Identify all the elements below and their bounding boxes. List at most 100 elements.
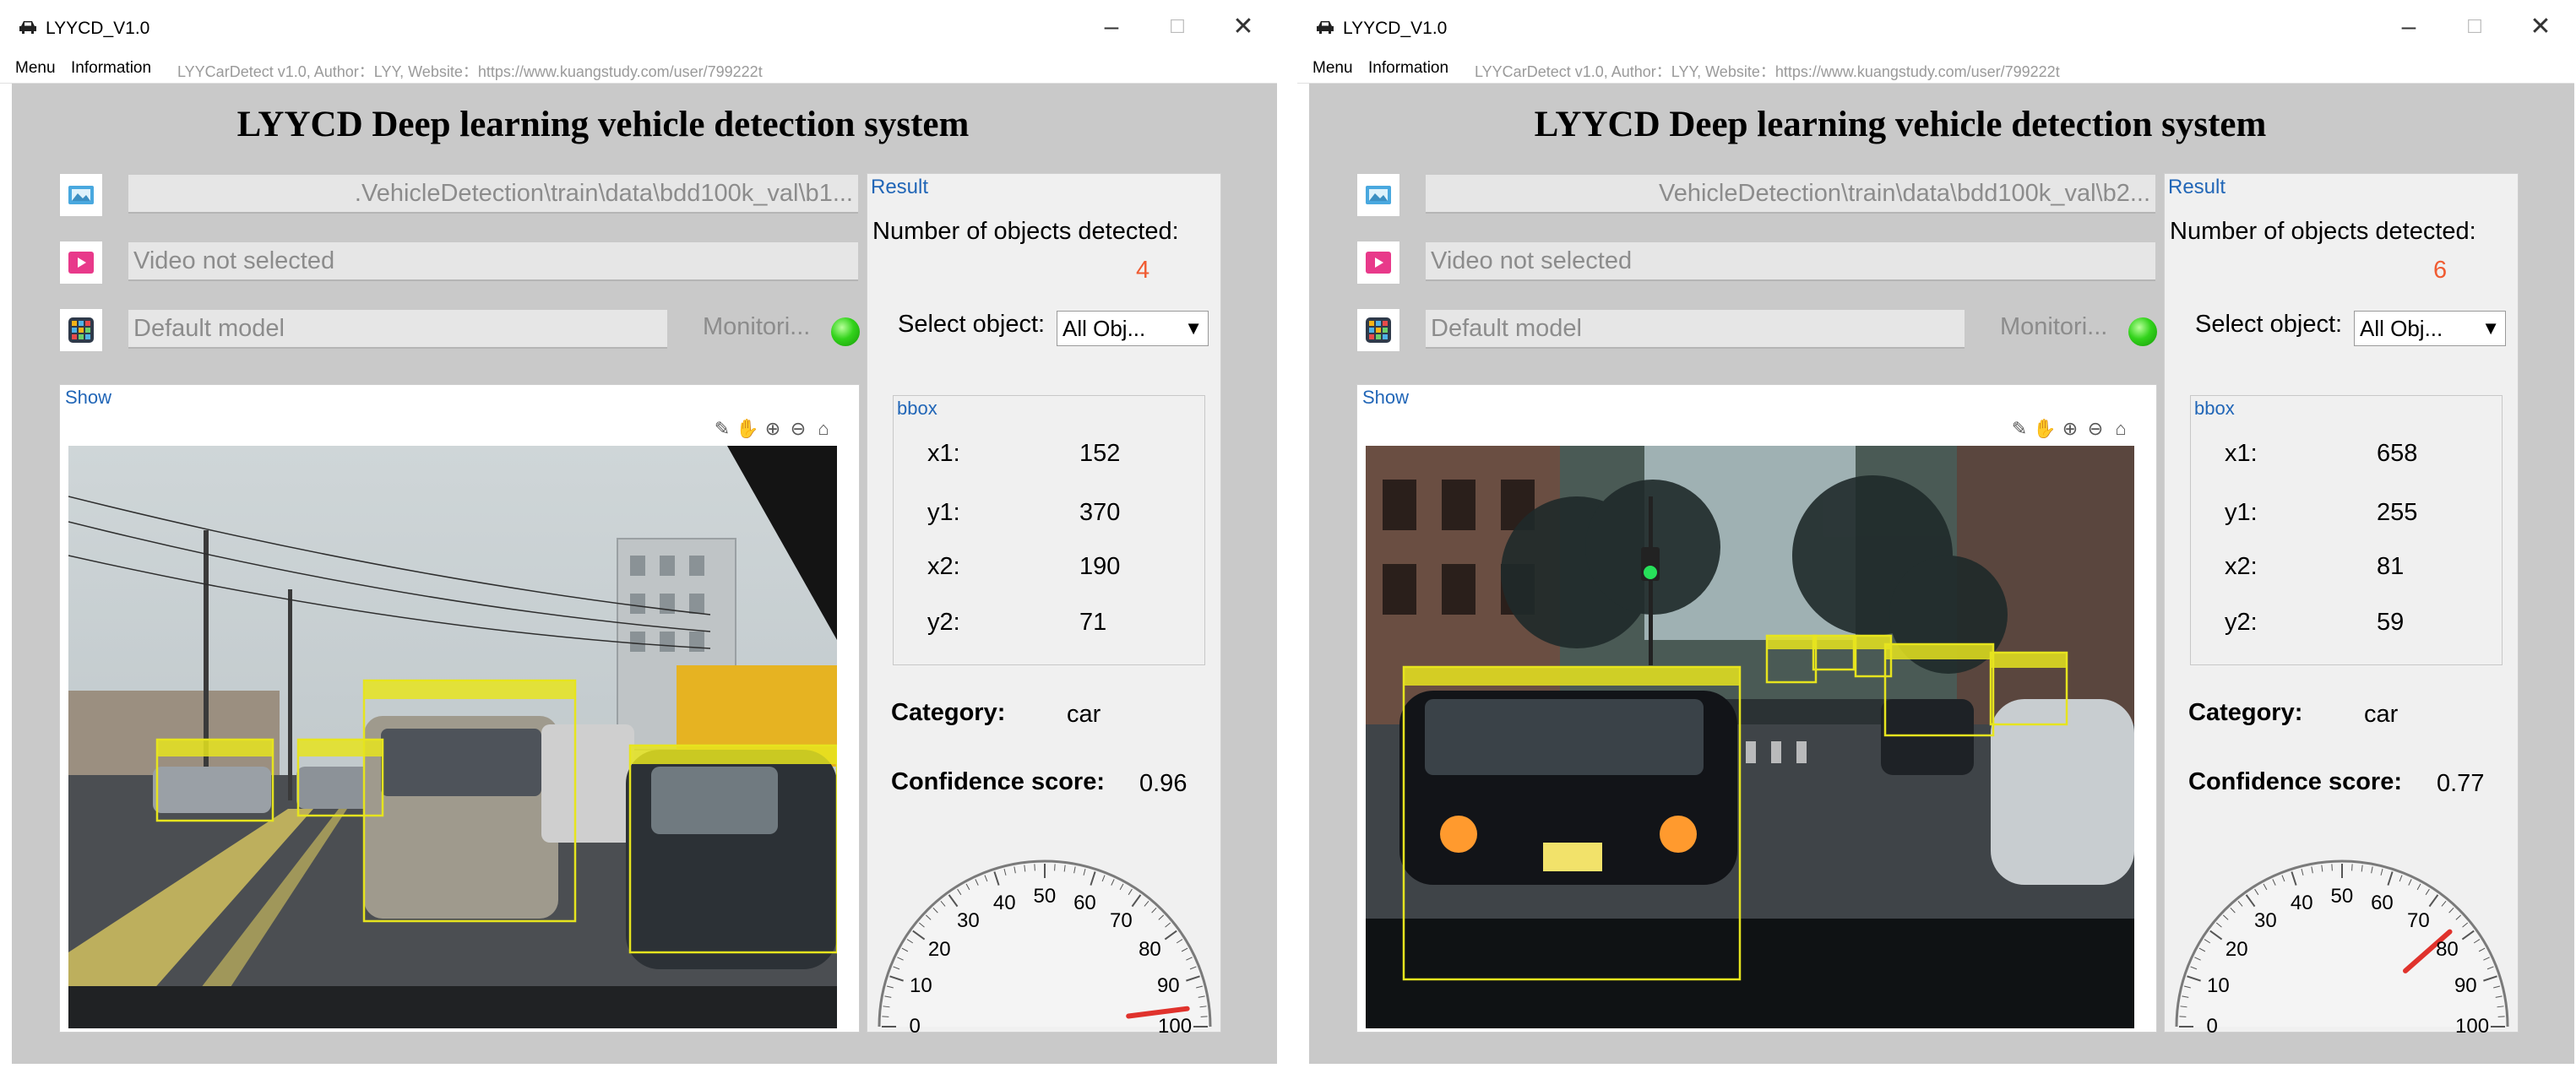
bbox-x2-label: x2:	[2225, 553, 2258, 580]
plot-toolbar: ✎ ✋ ⊕ ⊖ ⌂	[710, 417, 854, 442]
gauge-tick-label: 70	[2407, 909, 2430, 933]
open-image-button[interactable]	[59, 173, 103, 217]
car-app-icon	[1317, 21, 1334, 34]
gauge-tick-label: 100	[1158, 1015, 1193, 1038]
gauge-tick-label: 50	[1033, 885, 1057, 908]
maximize-button[interactable]: ☐	[2458, 14, 2492, 41]
video-path-field[interactable]: Video not selected	[1426, 242, 2155, 281]
image-path-field[interactable]: .VehicleDetection\train\data\bdd100k_val…	[128, 175, 858, 214]
video-path-field[interactable]: Video not selected	[128, 242, 858, 281]
image-path-field[interactable]: VehicleDetection\train\data\bdd100k_val\…	[1426, 175, 2155, 214]
zoom-in-icon[interactable]: ⊕	[2058, 417, 2082, 441]
gauge-tick	[1054, 864, 1056, 871]
show-panel: Show ✎ ✋ ⊕ ⊖ ⌂	[59, 384, 860, 1033]
app-info-text: LYYCarDetect v1.0, Author：LYY, Website：h…	[1475, 63, 2060, 80]
zoom-in-icon[interactable]: ⊕	[761, 417, 785, 441]
show-panel-title: Show	[1362, 387, 1410, 408]
bbox-x2-label: x2:	[927, 553, 960, 580]
open-video-button[interactable]	[1356, 241, 1400, 285]
app-window-right: LYYCD_V1.0 – ☐ ✕ Menu Information LYYCar…	[1297, 0, 2574, 1064]
open-video-button[interactable]	[59, 241, 103, 285]
edit-icon[interactable]: ✎	[710, 417, 734, 441]
result-panel-title: Result	[2168, 176, 2226, 198]
select-object-dropdown[interactable]: All Obj... ▼	[1057, 311, 1209, 346]
model-grid-icon	[1366, 317, 1391, 343]
app-info-text: LYYCarDetect v1.0, Author：LYY, Website：h…	[177, 63, 763, 80]
video-icon	[68, 252, 94, 274]
home-icon[interactable]: ⌂	[812, 417, 835, 441]
detection-image	[68, 446, 837, 1028]
menu-item-information[interactable]: Information	[1368, 59, 1448, 78]
open-image-button[interactable]	[1356, 173, 1400, 217]
zoom-out-icon[interactable]: ⊖	[786, 417, 810, 441]
dropdown-arrow-icon: ▼	[2481, 317, 2500, 339]
bbox-y2-value: 71	[1079, 609, 1107, 636]
car-app-icon	[19, 21, 36, 34]
select-object-dropdown[interactable]: All Obj... ▼	[2354, 311, 2506, 346]
bbox-y1-value: 370	[1079, 499, 1121, 526]
home-icon[interactable]: ⌂	[2109, 417, 2133, 441]
bbox-group-title: bbox	[2194, 398, 2235, 419]
bbox-y1-label: y1:	[2225, 499, 2258, 526]
select-object-label: Select object:	[898, 311, 1046, 338]
maximize-button[interactable]: ☐	[1160, 14, 1194, 41]
model-path-field[interactable]: Default model	[1426, 310, 1965, 349]
street-scene-image	[1366, 446, 2134, 1028]
edit-icon[interactable]: ✎	[2008, 417, 2031, 441]
gauge-tick-label: 30	[956, 909, 980, 933]
gauge-tick-label: 60	[2371, 891, 2394, 914]
bbox-y2-label: y2:	[927, 609, 960, 636]
confidence-gauge: 0 10 20 30 40 50 60 70 80 90 100	[871, 832, 1219, 1038]
category-value: car	[2364, 701, 2399, 728]
gauge-tick-label: 0	[909, 1015, 921, 1038]
gauge-tick-label: 10	[910, 974, 932, 998]
page-title: LYYCD Deep learning vehicle detection sy…	[1534, 105, 2267, 144]
gauge-tick	[2351, 864, 2353, 871]
image-folder-icon	[1366, 186, 1391, 204]
show-panel-title: Show	[65, 387, 112, 408]
select-object-label: Select object:	[2195, 311, 2343, 338]
select-model-button[interactable]	[59, 308, 103, 352]
gauge-tick-label: 50	[2330, 885, 2354, 908]
gauge-dial	[2175, 859, 2509, 1027]
close-button[interactable]: ✕	[1226, 14, 1260, 41]
minimize-button[interactable]: –	[2392, 14, 2426, 41]
object-count-value: 6	[2433, 257, 2448, 284]
pan-hand-icon[interactable]: ✋	[2033, 417, 2057, 441]
page-title: LYYCD Deep learning vehicle detection sy…	[236, 105, 970, 144]
monitor-status-indicator	[831, 317, 860, 346]
image-folder-icon	[68, 186, 94, 204]
menu-item-information[interactable]: Information	[71, 59, 151, 78]
title-bar: LYYCD_V1.0 – ☐ ✕	[0, 0, 1277, 56]
menu-item-menu[interactable]: Menu	[1312, 59, 1353, 78]
model-path-field[interactable]: Default model	[128, 310, 667, 349]
bbox-x2-value: 190	[1079, 553, 1121, 580]
pan-hand-icon[interactable]: ✋	[736, 417, 759, 441]
bbox-group: bbox x1: 152 y1: 370 x2: 190 y2: 71	[893, 395, 1205, 665]
main-content: LYYCD Deep learning vehicle detection sy…	[12, 84, 1277, 1064]
select-model-button[interactable]	[1356, 308, 1400, 352]
monitor-label: Monitori...	[703, 313, 811, 340]
result-panel: Result Number of objects detected: 6 Sel…	[2164, 173, 2519, 1038]
gauge-dial	[878, 859, 1212, 1027]
menu-item-menu[interactable]: Menu	[15, 59, 56, 78]
select-object-value: All Obj...	[1062, 316, 1146, 341]
video-icon	[1366, 252, 1391, 274]
gauge-tick-label: 20	[927, 938, 951, 962]
gauge-tick-label: 80	[2436, 938, 2459, 962]
gauge-tick-label: 30	[2253, 909, 2277, 933]
zoom-out-icon[interactable]: ⊖	[2084, 417, 2107, 441]
bbox-y2-value: 59	[2377, 609, 2405, 636]
result-panel-title: Result	[871, 176, 929, 198]
object-count-label: Number of objects detected:	[872, 218, 1179, 245]
bbox-x1-value: 152	[1079, 440, 1121, 467]
object-count-value: 4	[1136, 257, 1150, 284]
minimize-button[interactable]: –	[1095, 14, 1128, 41]
bbox-x1-value: 658	[2377, 440, 2418, 467]
category-label: Category:	[891, 699, 1006, 726]
close-button[interactable]: ✕	[2524, 14, 2557, 41]
dropdown-arrow-icon: ▼	[1184, 317, 1203, 339]
category-label: Category:	[2188, 699, 2303, 726]
street-scene-image	[68, 446, 837, 1028]
window-title: LYYCD_V1.0	[46, 19, 150, 38]
